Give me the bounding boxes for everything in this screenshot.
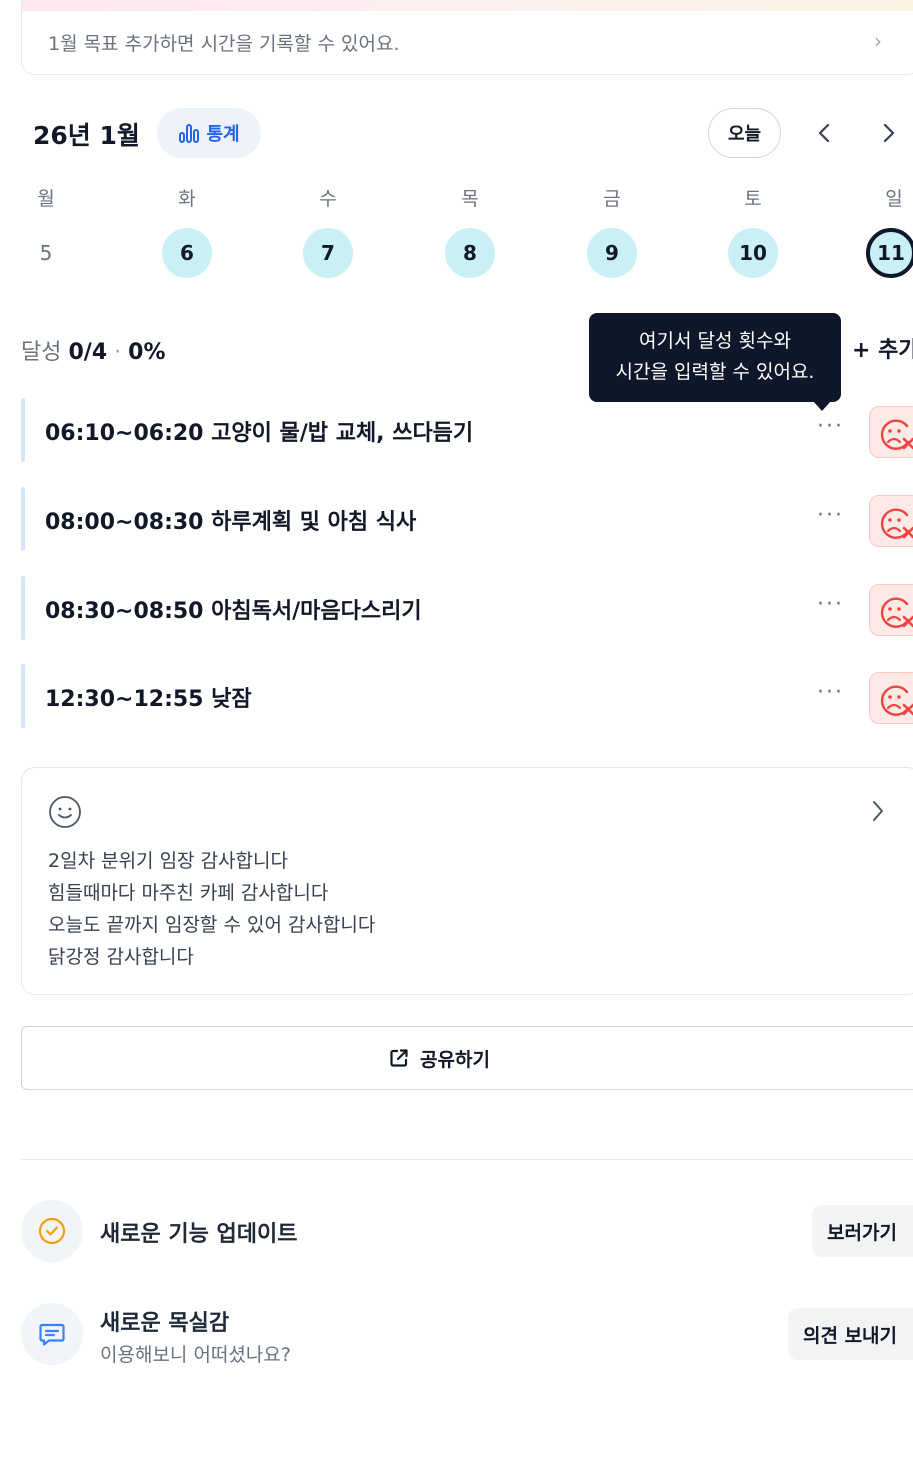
section-divider [21,1159,913,1160]
achievement-label: 달성 [21,340,62,365]
weekday-tue: 화 [178,188,196,210]
feedback-title: 새로운 목실감 [100,1311,230,1336]
achievement-percent: 0% [128,340,166,365]
smile-icon [49,796,81,828]
weekday-wed: 수 [319,188,337,210]
gratitude-card[interactable]: 2일차 분위기 임장 감사합니다 힘들때마다 마주친 카페 감사합니다 오늘도 … [21,767,913,995]
more-icon[interactable]: ··· [817,680,844,705]
more-icon[interactable]: ··· [817,592,844,617]
gratitude-line: 오늘도 끝까지 임장할 수 있어 감사합니다 [48,914,376,936]
achievement-separator: · [114,340,122,365]
task-label: 12:30~12:55 낮잠 [45,687,252,712]
bar-chart-icon [179,124,200,143]
chevron-right-icon [883,123,895,143]
chevron-right-icon: › [874,29,882,53]
calendar-day[interactable]: 5 [21,228,71,278]
stats-button-label: 통계 [206,124,240,145]
next-week-button[interactable] [874,116,904,150]
task-row[interactable]: 08:00~08:30 하루계획 및 아침 식사 ··· [21,487,913,551]
tooltip-line-2: 시간을 입력할 수 있어요. [615,361,815,383]
share-button-label: 공유하기 [420,1048,490,1071]
monthly-goal-card[interactable]: 1월 목표 추가하면 시간을 기록할 수 있어요. › [21,0,913,75]
chevron-left-icon [818,123,830,143]
achievement-count: 0/4 [68,340,108,365]
weekday-fri: 금 [603,188,621,210]
goal-banner-strip [22,0,913,11]
update-icon-badge [21,1200,83,1262]
task-label: 08:30~08:50 아침독서/마음다스리기 [45,599,422,624]
calendar-day[interactable]: 7 [303,228,353,278]
task-accent-bar [21,398,25,462]
view-updates-button[interactable]: 보러가기 [812,1205,913,1257]
today-button[interactable]: 오늘 [708,108,781,158]
fail-button[interactable] [869,406,913,458]
message-icon [39,1323,65,1346]
task-accent-bar [21,664,25,728]
gratitude-line: 2일차 분위기 임장 감사합니다 [48,850,288,872]
prev-week-button[interactable] [809,116,839,150]
calendar-day[interactable]: 10 [728,228,778,278]
task-label: 08:00~08:30 하루계획 및 아침 식사 [45,510,417,535]
add-task-button[interactable]: + 추가 [852,332,913,364]
task-row[interactable]: 12:30~12:55 낮잠 ··· [21,664,913,728]
external-link-icon [390,1049,408,1067]
calendar-day[interactable]: 8 [445,228,495,278]
feature-update-title: 새로운 기능 업데이트 [100,1222,298,1247]
fail-button[interactable] [869,672,913,724]
sad-face-x-icon [880,685,913,716]
feedback-icon-badge [21,1303,83,1365]
calendar-day[interactable]: 9 [587,228,637,278]
calendar-day-selected[interactable]: 11 [866,228,913,278]
weekday-mon: 월 [37,188,55,210]
fail-button[interactable] [869,495,913,547]
stats-button[interactable]: 통계 [157,108,261,158]
sad-face-x-icon [880,597,913,628]
achievement-summary: 달성 0/4 · 0% [21,334,166,366]
more-icon[interactable]: ··· [817,414,844,439]
sad-face-x-icon [880,419,913,450]
chevron-right-icon [873,801,883,821]
share-button[interactable]: 공유하기 [21,1026,913,1090]
page-root: 1월 목표 추가하면 시간을 기록할 수 있어요. › 26년 1월 통계 오늘… [0,0,913,1461]
tooltip-line-1: 여기서 달성 횟수와 [639,330,791,352]
fail-button[interactable] [869,584,913,636]
task-label: 06:10~06:20 고양이 물/밥 교체, 쓰다듬기 [45,421,474,446]
goal-banner-text: 1월 목표 추가하면 시간을 기록할 수 있어요. [48,33,400,55]
gratitude-line: 닭강정 감사합니다 [48,946,194,968]
check-circle-icon [38,1217,66,1245]
task-accent-bar [21,487,25,551]
weekday-sat: 토 [744,188,762,210]
gratitude-line: 힘들때마다 마주친 카페 감사합니다 [48,882,329,904]
more-icon[interactable]: ··· [817,503,844,528]
weekday-sun: 일 [885,188,903,210]
sad-face-x-icon [880,508,913,539]
tooltip: 여기서 달성 횟수와 시간을 입력할 수 있어요. [589,313,841,402]
weekday-thu: 목 [461,188,479,210]
feedback-subtitle: 이용해보니 어떠셨나요? [100,1344,291,1366]
task-accent-bar [21,576,25,640]
task-row[interactable]: 06:10~06:20 고양이 물/밥 교체, 쓰다듬기 ··· [21,398,913,462]
task-row[interactable]: 08:30~08:50 아침독서/마음다스리기 ··· [21,576,913,640]
send-feedback-button[interactable]: 의견 보내기 [788,1308,913,1360]
calendar-day[interactable]: 6 [162,228,212,278]
month-title: 26년 1월 [33,121,140,150]
